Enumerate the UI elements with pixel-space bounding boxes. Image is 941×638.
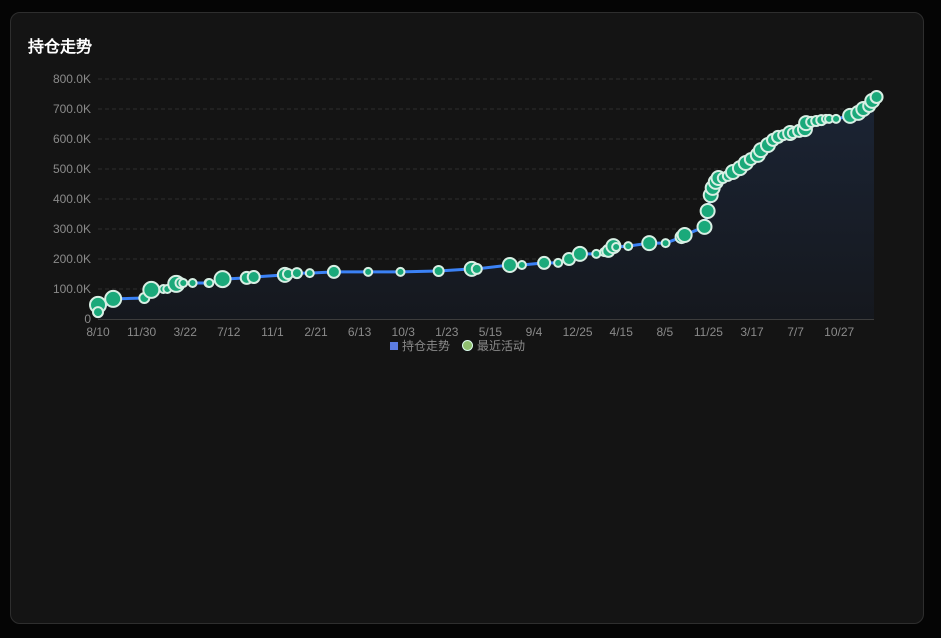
activity-point xyxy=(641,235,658,252)
y-tick-label: 800.0K xyxy=(53,72,91,86)
activity-point xyxy=(432,265,445,277)
activity-point xyxy=(591,248,602,259)
activity-point xyxy=(213,270,232,289)
activity-point xyxy=(204,278,215,288)
activity-point xyxy=(623,241,634,252)
activity-point xyxy=(178,278,189,288)
activity-point xyxy=(326,264,341,279)
y-tick-label: 500.0K xyxy=(53,162,91,176)
activity-point xyxy=(187,278,198,288)
activity-point xyxy=(571,245,588,262)
x-tick-label: 7/12 xyxy=(217,325,241,339)
y-tick-label: 300.0K xyxy=(53,222,91,236)
activity-point xyxy=(553,257,564,268)
y-tick-label: 600.0K xyxy=(53,132,91,146)
chart-legend: 持仓走势 最近活动 xyxy=(390,337,525,354)
activity-point xyxy=(246,270,261,284)
holding-trend-chart: 0 100.0K 200.0K 300.0K 400.0K 500.0K 600.0K 700… xyxy=(53,72,884,339)
activity-point xyxy=(142,280,161,299)
legend-recent-activity[interactable]: 最近活动 xyxy=(477,337,525,354)
activity-point xyxy=(501,257,518,273)
area-fill xyxy=(98,97,877,319)
x-tick-label: 8/10 xyxy=(86,325,110,339)
x-tick-label: 7/7 xyxy=(787,325,804,339)
activity-point xyxy=(831,113,842,124)
y-tick-label: 200.0K xyxy=(53,252,91,266)
x-tick-label: 3/17 xyxy=(740,325,764,339)
x-tick-label: 12/25 xyxy=(563,325,593,339)
x-tick-label: 11/25 xyxy=(694,325,723,339)
legend-circle-icon xyxy=(462,340,474,351)
x-tick-label: 3/22 xyxy=(174,325,198,339)
x-tick-label: 10/27 xyxy=(824,325,854,339)
y-tick-label: 700.0K xyxy=(53,102,91,116)
x-tick-label: 4/15 xyxy=(610,325,634,339)
x-tick-label: 11/30 xyxy=(127,325,156,339)
x-tick-label: 9/4 xyxy=(526,325,543,339)
legend-holding-trend[interactable]: 持仓走势 xyxy=(402,337,450,354)
activity-point xyxy=(470,262,483,275)
y-tick-label: 100.0K xyxy=(53,282,91,296)
activity-point xyxy=(104,289,123,308)
activity-point xyxy=(611,242,622,252)
activity-point xyxy=(537,255,552,270)
activity-point xyxy=(869,90,884,104)
x-tick-label: 2/21 xyxy=(304,325,328,339)
activity-point xyxy=(92,306,104,319)
y-tick-label: 0 xyxy=(84,312,91,326)
activity-point xyxy=(699,203,716,219)
activity-point xyxy=(516,260,527,270)
activity-point xyxy=(676,227,693,243)
legend-square-icon xyxy=(390,341,398,350)
activity-point xyxy=(304,268,315,279)
activity-point xyxy=(363,266,374,277)
activity-point xyxy=(660,238,671,249)
activity-point xyxy=(290,267,303,280)
activity-point xyxy=(696,218,713,235)
x-tick-label: 6/13 xyxy=(348,325,372,339)
activity-point xyxy=(395,266,406,277)
x-tick-label: 8/5 xyxy=(656,325,673,339)
x-tick-label: 11/1 xyxy=(261,325,284,339)
y-tick-label: 400.0K xyxy=(53,192,91,206)
